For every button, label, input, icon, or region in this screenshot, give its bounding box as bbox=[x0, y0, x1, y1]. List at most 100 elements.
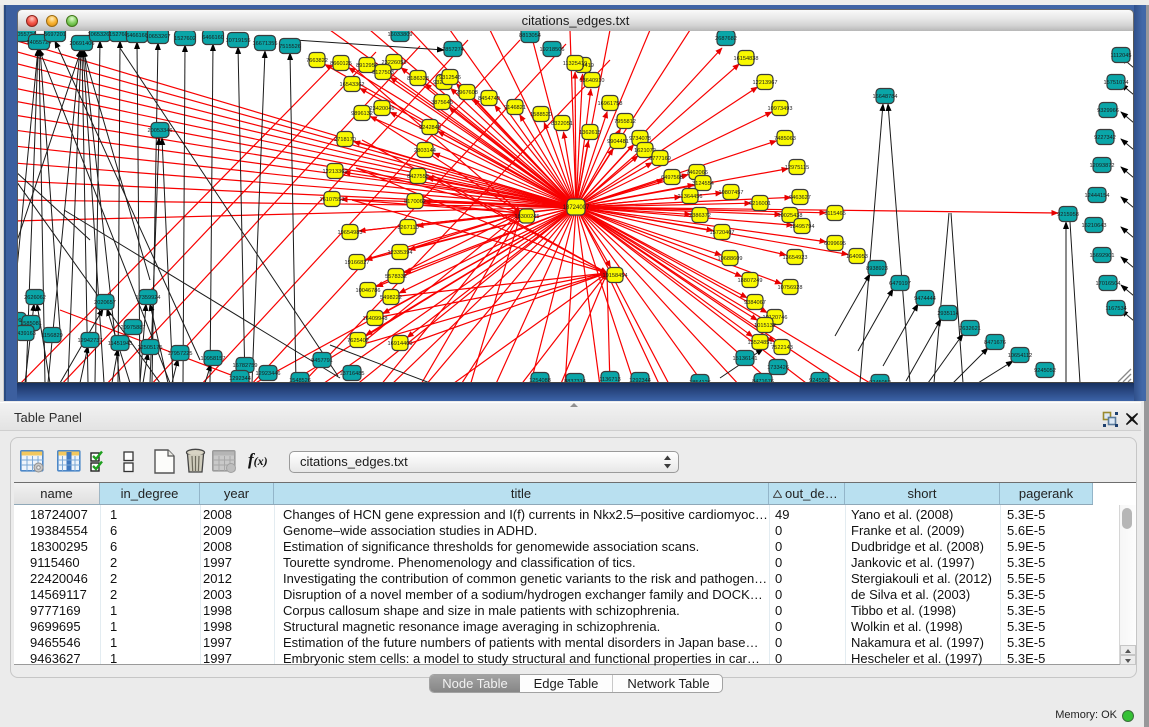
svg-text:21364456: 21364456 bbox=[678, 194, 703, 200]
svg-text:16409948: 16409948 bbox=[363, 316, 388, 322]
svg-text:9245052: 9245052 bbox=[1034, 368, 1056, 374]
svg-text:12213967: 12213967 bbox=[753, 80, 778, 86]
svg-text:2020657: 2020657 bbox=[94, 300, 116, 306]
svg-text:1548526: 1548526 bbox=[289, 378, 311, 383]
svg-text:13716485: 13716485 bbox=[340, 371, 365, 377]
svg-text:13640910: 13640910 bbox=[580, 78, 605, 84]
svg-text:7515526: 7515526 bbox=[279, 44, 301, 50]
svg-text:10688609: 10688609 bbox=[718, 256, 743, 262]
svg-text:8427552: 8427552 bbox=[407, 174, 429, 180]
svg-text:8471676: 8471676 bbox=[984, 340, 1006, 346]
svg-text:9896132: 9896132 bbox=[351, 111, 373, 117]
svg-text:1527602: 1527602 bbox=[174, 36, 196, 42]
svg-text:20053346: 20053346 bbox=[148, 128, 173, 134]
svg-text:12923446: 12923446 bbox=[256, 371, 281, 377]
svg-text:19218506: 19218506 bbox=[540, 47, 565, 53]
svg-text:10756928: 10756928 bbox=[778, 285, 803, 291]
svg-text:10653267: 10653267 bbox=[146, 34, 171, 40]
svg-text:17957225: 17957225 bbox=[168, 351, 193, 357]
svg-text:3115465: 3115465 bbox=[824, 211, 845, 217]
svg-text:1640953: 1640953 bbox=[846, 254, 868, 260]
svg-text:1167534: 1167534 bbox=[1105, 306, 1126, 312]
svg-text:19158454: 19158454 bbox=[603, 273, 628, 279]
svg-text:17359924: 17359924 bbox=[136, 295, 161, 301]
svg-text:5578332: 5578332 bbox=[385, 274, 407, 280]
svg-text:9242845: 9242845 bbox=[419, 125, 441, 131]
svg-text:16961758: 16961758 bbox=[598, 101, 623, 107]
svg-text:12444154: 12444154 bbox=[1085, 193, 1110, 199]
svg-text:1292344: 1292344 bbox=[629, 378, 651, 383]
svg-text:16782759: 16782759 bbox=[233, 363, 258, 369]
svg-text:10958157: 10958157 bbox=[201, 356, 226, 362]
svg-text:8813054: 8813054 bbox=[519, 33, 541, 39]
svg-text:9215958: 9215958 bbox=[1057, 212, 1079, 218]
svg-text:23420046: 23420046 bbox=[370, 106, 395, 112]
svg-text:6497568: 6497568 bbox=[661, 175, 683, 181]
svg-text:11325419: 11325419 bbox=[563, 61, 587, 67]
svg-text:15692901: 15692901 bbox=[1090, 253, 1115, 259]
svg-text:1439163: 1439163 bbox=[18, 331, 36, 337]
svg-text:3124554: 3124554 bbox=[692, 181, 714, 187]
svg-text:9127503: 9127503 bbox=[372, 70, 394, 76]
svg-text:12213369: 12213369 bbox=[323, 169, 348, 175]
svg-text:11451943: 11451943 bbox=[108, 341, 132, 347]
svg-text:8322051: 8322051 bbox=[551, 121, 573, 127]
svg-text:12942737: 12942737 bbox=[78, 338, 103, 344]
svg-text:18724007: 18724007 bbox=[563, 205, 590, 211]
svg-text:13524851: 13524851 bbox=[748, 340, 773, 346]
svg-text:3875645: 3875645 bbox=[431, 100, 453, 106]
svg-text:1112045: 1112045 bbox=[1111, 53, 1132, 59]
svg-text:5498222: 5498222 bbox=[380, 295, 402, 301]
svg-text:8170062: 8170062 bbox=[404, 199, 426, 205]
svg-text:7857274: 7857274 bbox=[442, 47, 464, 53]
svg-text:12335394: 12335394 bbox=[388, 250, 413, 256]
svg-text:2386372: 2386372 bbox=[689, 213, 711, 219]
svg-text:20691406: 20691406 bbox=[70, 41, 95, 47]
svg-text:10719155: 10719155 bbox=[226, 38, 251, 44]
svg-text:13654923: 13654923 bbox=[783, 255, 808, 261]
svg-text:9457791: 9457791 bbox=[311, 358, 333, 364]
svg-text:16210643: 16210643 bbox=[1082, 223, 1107, 229]
svg-text:1733426: 1733426 bbox=[767, 365, 789, 371]
svg-text:7663822: 7663822 bbox=[306, 58, 328, 64]
svg-text:9734078: 9734078 bbox=[629, 136, 651, 142]
svg-text:7625402: 7625402 bbox=[347, 338, 369, 344]
svg-text:1254088: 1254088 bbox=[529, 378, 551, 383]
svg-text:2935114: 2935114 bbox=[937, 311, 958, 317]
svg-text:1854126: 1854126 bbox=[689, 380, 711, 383]
svg-text:12093872: 12093872 bbox=[1090, 163, 1115, 169]
svg-text:9146821: 9146821 bbox=[504, 105, 526, 111]
svg-text:8454749: 8454749 bbox=[478, 96, 500, 102]
svg-text:7522143: 7522143 bbox=[771, 345, 793, 351]
svg-text:7955812: 7955812 bbox=[614, 119, 636, 125]
svg-text:19166827: 19166827 bbox=[345, 260, 370, 266]
svg-text:8837314: 8837314 bbox=[564, 379, 586, 383]
svg-text:8938923: 8938923 bbox=[866, 266, 888, 272]
svg-text:9312546: 9312546 bbox=[439, 75, 461, 81]
svg-text:16914409: 16914409 bbox=[388, 341, 413, 347]
svg-text:15136141: 15136141 bbox=[733, 356, 758, 362]
svg-text:20975887: 20975887 bbox=[121, 325, 146, 331]
svg-text:9245052: 9245052 bbox=[869, 380, 891, 383]
svg-text:18495794: 18495794 bbox=[790, 224, 815, 230]
svg-text:1015132: 1015132 bbox=[754, 323, 776, 329]
svg-text:2687682: 2687682 bbox=[715, 36, 737, 42]
svg-text:16543362: 16543362 bbox=[340, 82, 365, 88]
svg-text:18807249: 18807249 bbox=[738, 278, 763, 284]
svg-text:1292344: 1292344 bbox=[229, 376, 251, 382]
svg-text:10807457: 10807457 bbox=[719, 190, 744, 196]
svg-text:2967608: 2967608 bbox=[456, 90, 478, 96]
svg-text:1156829: 1156829 bbox=[41, 333, 62, 339]
svg-text:1362615: 1362615 bbox=[579, 130, 601, 136]
svg-text:9904481: 9904481 bbox=[607, 139, 629, 145]
svg-text:12975115: 12975115 bbox=[785, 165, 809, 171]
svg-text:5697201: 5697201 bbox=[44, 32, 66, 38]
svg-text:7485063: 7485063 bbox=[774, 136, 796, 142]
svg-text:8471676: 8471676 bbox=[752, 379, 774, 383]
svg-text:7632621: 7632621 bbox=[959, 326, 981, 332]
svg-text:18300245: 18300245 bbox=[515, 214, 540, 220]
svg-text:9463627: 9463627 bbox=[789, 195, 811, 201]
svg-text:9777169: 9777169 bbox=[649, 156, 671, 162]
svg-text:6479197: 6479197 bbox=[889, 281, 911, 287]
svg-text:3267110: 3267110 bbox=[397, 225, 418, 231]
